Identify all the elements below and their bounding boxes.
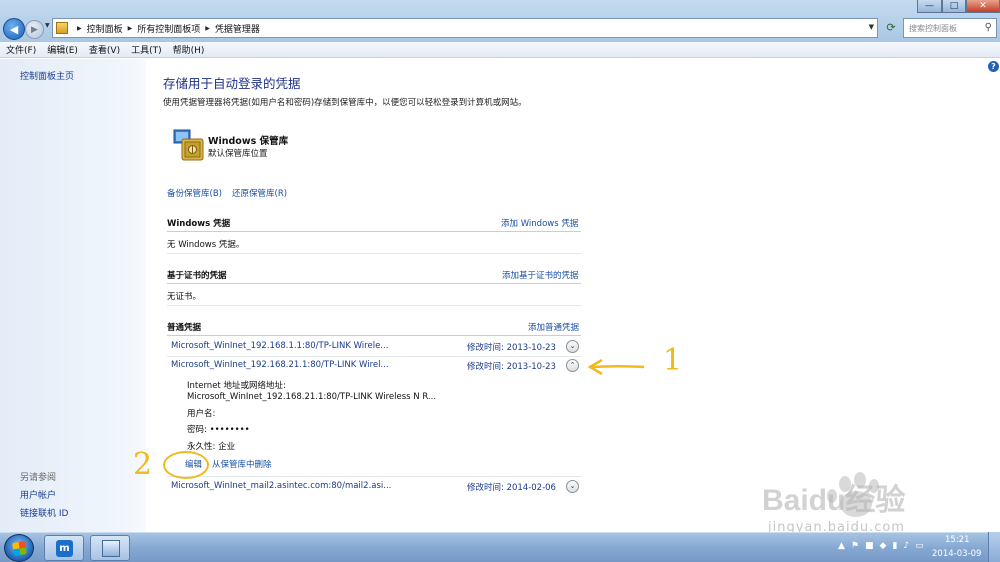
- menu-view[interactable]: 查看(V): [89, 43, 120, 56]
- menu-file[interactable]: 文件(F): [6, 43, 36, 56]
- section-divider: [167, 253, 581, 254]
- row-divider: [167, 356, 581, 357]
- annotation-number-1: 1: [663, 343, 683, 378]
- persistence-field: 永久性: 企业: [187, 442, 236, 452]
- windows-credentials-empty: 无 Windows 凭据。: [167, 240, 245, 250]
- expand-chevron-icon[interactable]: ⌄: [566, 480, 579, 493]
- tray-security-icon[interactable]: ◆: [880, 541, 887, 551]
- annotation-number-2: 2: [133, 447, 153, 482]
- credential-row-name[interactable]: Microsoft_WinInet_mail2.asintec.com:80/m…: [171, 481, 391, 491]
- windows-credentials-heading: Windows 凭据: [167, 219, 231, 229]
- address-label: Internet 地址或网络地址:: [187, 381, 286, 391]
- show-desktop-button[interactable]: [988, 532, 1000, 562]
- certificate-credentials-empty: 无证书。: [167, 292, 202, 302]
- restore-vault-link[interactable]: 还原保管库(R): [232, 187, 287, 199]
- close-button[interactable]: ✕: [966, 0, 1000, 13]
- taskbar: m ▲ ⚑ ■ ◆ ▮ ♪ ▭: [0, 532, 1000, 562]
- backup-vault-link[interactable]: 备份保管库(B): [167, 187, 222, 199]
- sidebar-link-user-accounts[interactable]: 用户帐户: [20, 488, 56, 501]
- minimize-button[interactable]: —: [917, 0, 942, 13]
- sidebar-link-online-id[interactable]: 链接联机 ID: [20, 506, 68, 519]
- address-value: Microsoft_WinInet_192.168.21.1:80/TP-LIN…: [187, 392, 437, 402]
- section-divider: [167, 283, 581, 284]
- maximize-button[interactable]: □: [942, 0, 966, 13]
- certificate-credentials-heading: 基于证书的凭据: [167, 271, 227, 281]
- forward-button[interactable]: ▶: [25, 20, 44, 39]
- annotation-arrow-icon: [588, 358, 645, 376]
- expand-chevron-icon[interactable]: ⌄: [566, 340, 579, 353]
- main-content: [146, 59, 986, 532]
- remove-from-vault-link[interactable]: 从保管库中删除: [212, 458, 272, 470]
- breadcrumb-arrow-icon[interactable]: ▶: [128, 25, 133, 32]
- sidebar: 控制面板主页 另请参阅 用户帐户 链接联机 ID: [0, 59, 146, 532]
- search-placeholder: 搜索控制面板: [909, 23, 957, 33]
- control-panel-icon: [56, 22, 68, 34]
- watermark-brand: Baidu经验: [762, 483, 905, 517]
- right-edge: [986, 59, 1000, 532]
- address-dropdown-icon[interactable]: ▼: [869, 23, 874, 31]
- system-tray: ▲ ⚑ ■ ◆ ▮ ♪ ▭: [838, 541, 924, 551]
- section-divider: [167, 335, 581, 336]
- menu-edit[interactable]: 编辑(E): [47, 43, 78, 56]
- history-dropdown-icon[interactable]: ▼: [45, 22, 50, 29]
- control-panel-icon: [102, 540, 120, 557]
- breadcrumb-all-items[interactable]: 所有控制面板项: [137, 22, 200, 35]
- action-center-flag-icon[interactable]: ⚑: [851, 541, 859, 551]
- collapse-chevron-icon[interactable]: ⌃: [566, 359, 579, 372]
- menu-help[interactable]: 帮助(H): [173, 43, 205, 56]
- refresh-icon[interactable]: ⟳: [882, 20, 900, 36]
- back-button[interactable]: ◀: [3, 18, 25, 40]
- search-icon[interactable]: ⚲: [985, 22, 992, 33]
- address-bar[interactable]: ▶ 控制面板 ▶ 所有控制面板项 ▶ 凭据管理器 ▼: [52, 18, 878, 38]
- password-field: 密码: ••••••••: [187, 425, 250, 435]
- arrow-left-icon: ◀: [9, 22, 19, 36]
- section-divider: [167, 305, 581, 306]
- start-button[interactable]: [4, 534, 34, 562]
- section-divider: [167, 231, 581, 232]
- annotation-circle: [163, 451, 209, 479]
- breadcrumb-arrow-icon[interactable]: ▶: [77, 25, 82, 32]
- taskbar-control-panel-button[interactable]: [90, 535, 130, 561]
- windows-logo-icon: [12, 541, 27, 556]
- add-certificate-credential-link[interactable]: 添加基于证书的凭据: [502, 269, 579, 281]
- search-input[interactable]: 搜索控制面板 ⚲: [903, 18, 997, 38]
- breadcrumb-control-panel[interactable]: 控制面板: [87, 22, 123, 35]
- tray-expand-icon[interactable]: ▲: [838, 541, 845, 551]
- clock-date[interactable]: 2014-03-09: [932, 549, 981, 559]
- taskbar-browser-button[interactable]: m: [44, 535, 84, 561]
- add-generic-credential-link[interactable]: 添加普通凭据: [528, 321, 579, 333]
- vault-title: Windows 保管库: [208, 136, 289, 147]
- maxthon-icon: m: [56, 540, 73, 557]
- tray-app-icon[interactable]: ■: [865, 541, 874, 551]
- volume-icon[interactable]: ♪: [903, 541, 909, 551]
- breadcrumb-arrow-icon[interactable]: ▶: [205, 25, 210, 32]
- sidebar-see-also-heading: 另请参阅: [20, 473, 57, 483]
- sidebar-control-panel-home[interactable]: 控制面板主页: [20, 69, 74, 82]
- vault-subtitle: 默认保管库位置: [208, 149, 268, 159]
- arrow-right-icon: ▶: [31, 24, 38, 35]
- add-windows-credential-link[interactable]: 添加 Windows 凭据: [501, 217, 578, 229]
- username-label: 用户名:: [187, 409, 216, 419]
- row-divider: [167, 476, 581, 477]
- menu-bar: 文件(F) 编辑(E) 查看(V) 工具(T) 帮助(H): [0, 42, 1000, 58]
- credential-row-name[interactable]: Microsoft_WinInet_192.168.21.1:80/TP-LIN…: [171, 360, 389, 370]
- page-title: 存储用于自动登录的凭据: [163, 76, 301, 91]
- menu-tools[interactable]: 工具(T): [131, 43, 162, 56]
- credential-row-modified: 修改时间: 2013-10-23: [467, 362, 556, 372]
- keyboard-icon[interactable]: ▭: [915, 541, 924, 551]
- credential-row-modified: 修改时间: 2014-02-06: [467, 483, 556, 493]
- credential-row-name[interactable]: Microsoft_WinInet_192.168.1.1:80/TP-LINK…: [171, 341, 388, 351]
- help-icon[interactable]: ?: [988, 61, 999, 72]
- credential-row-modified: 修改时间: 2013-10-23: [467, 343, 556, 353]
- clock-time[interactable]: 15:21: [945, 535, 970, 545]
- generic-credentials-heading: 普通凭据: [167, 323, 202, 333]
- page-description: 使用凭据管理器将凭据(如用户名和密码)存储到保管库中，以便您可以轻松登录到计算机…: [163, 98, 527, 108]
- vault-icon: [173, 129, 204, 161]
- network-signal-icon[interactable]: ▮: [892, 541, 897, 551]
- breadcrumb-credential-manager[interactable]: 凭据管理器: [215, 22, 260, 35]
